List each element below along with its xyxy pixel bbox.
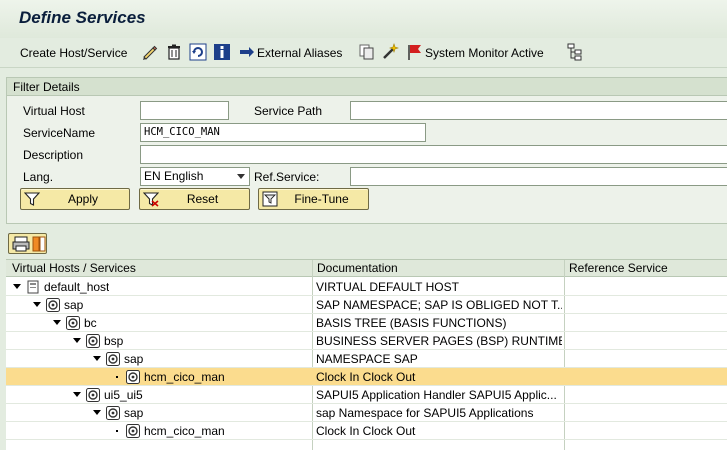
filter-details-header: Filter Details [7,78,727,96]
tree-node-documentation: SAP NAMESPACE; SAP IS OBLIGED NOT T... [316,298,562,312]
ref-service-input[interactable] [350,167,727,186]
language-select-value: EN English [144,169,204,183]
external-aliases-button[interactable]: External Aliases [257,43,342,63]
tree-row[interactable]: bc BASIS TREE (BASIS FUNCTIONS) [6,314,727,332]
tree-row[interactable]: ui5_ui5 SAPUI5 Application Handler SAPUI5… [6,386,727,404]
apply-button-label: Apply [67,192,99,206]
apply-button[interactable]: Apply [20,188,130,210]
description-input[interactable] [140,145,727,164]
ref-service-label: Ref.Service: [254,170,320,184]
service-node-icon [86,388,100,402]
reset-filter-icon [143,192,159,207]
chevron-down-icon[interactable] [237,174,245,179]
expand-triangle-icon[interactable] [93,356,101,361]
tree-row[interactable]: hcm_cico_man Clock In Clock Out [6,422,727,440]
tree-node-documentation: BASIS TREE (BASIS FUNCTIONS) [316,316,507,330]
service-node-icon [66,316,80,330]
expand-triangle-icon[interactable] [73,338,81,343]
reset-button-label: Reset [186,192,219,206]
hierarchy-tree-icon[interactable] [566,43,584,61]
service-name-input[interactable]: HCM_CICO_MAN [140,123,426,142]
red-flag-icon [408,45,421,60]
expand-triangle-icon[interactable] [73,392,81,397]
application-toolbar: Create Host/Service External Aliases Sys… [0,38,727,68]
virtual-host-label: Virtual Host [23,104,85,118]
host-icon [27,280,39,294]
info-icon[interactable] [213,43,231,61]
tree-node-name[interactable]: hcm_cico_man [144,370,225,384]
tree-row[interactable]: bsp BUSINESS SERVER PAGES (BSP) RUNTIME [6,332,727,350]
tree-node-name[interactable]: sap [124,352,143,366]
filter-details-title: Filter Details [13,80,80,94]
expand-triangle-icon[interactable] [93,410,101,415]
tree-node-documentation: VIRTUAL DEFAULT HOST [316,280,459,294]
print-icon [12,236,30,252]
service-path-label: Service Path [254,104,323,118]
tree-node-name[interactable]: sap [124,406,143,420]
fine-tune-icon [262,191,278,207]
delete-trash-icon[interactable] [165,43,183,61]
services-tree-table: Virtual Hosts / Services Documentation R… [6,259,727,450]
virtual-host-input[interactable] [140,101,229,120]
expand-triangle-icon[interactable] [53,320,61,325]
tree-node-documentation: BUSINESS SERVER PAGES (BSP) RUNTIME [316,334,562,348]
column-documentation[interactable]: Documentation [317,261,398,275]
column-reference-service[interactable]: Reference Service [569,261,668,275]
tree-row[interactable]: hcm_cico_man Clock In Clock Out [6,368,727,386]
service-node-icon [106,406,120,420]
service-node-icon [106,352,120,366]
service-leaf-icon [126,370,140,384]
tree-node-documentation: NAMESPACE SAP [316,352,418,366]
language-select[interactable]: EN English [140,167,250,186]
service-leaf-icon [126,424,140,438]
service-node-icon [46,298,60,312]
magic-wand-icon[interactable] [381,43,399,61]
edit-pencil-icon[interactable] [141,43,159,61]
column-virtual-hosts-services[interactable]: Virtual Hosts / Services [12,261,136,275]
fine-tune-button[interactable]: Fine-Tune [258,188,369,210]
tree-node-name[interactable]: hcm_cico_man [144,424,225,438]
tree-node-documentation: SAPUI5 Application Handler SAPUI5 Applic… [316,388,557,402]
copy-icon[interactable] [358,43,376,61]
refresh-icon[interactable] [189,43,207,61]
leaf-bullet-icon [116,376,118,378]
tree-row[interactable]: default_host VIRTUAL DEFAULT HOST [6,278,727,296]
page-title: Define Services [19,8,146,27]
system-monitor-active-button[interactable]: System Monitor Active [425,43,544,63]
description-label: Description [23,148,84,162]
tree-node-documentation: Clock In Clock Out [316,370,416,384]
tree-row[interactable]: sap sap Namespace for SAPUI5 Applications [6,404,727,422]
title-bar: Define Services [0,0,727,38]
fine-tune-button-label: Fine-Tune [294,192,349,206]
tree-node-name[interactable]: ui5_ui5 [104,388,143,402]
expand-triangle-icon[interactable] [13,284,21,289]
expand-triangle-icon[interactable] [33,302,41,307]
filter-funnel-icon [24,192,40,206]
reset-button[interactable]: Reset [139,188,250,210]
language-label: Lang. [23,170,54,184]
tree-node-name[interactable]: bsp [104,334,123,348]
filter-details-panel: Filter Details Virtual Host Service Path… [6,77,727,224]
tree-node-name[interactable]: bc [84,316,97,330]
tree-table-header: Virtual Hosts / Services Documentation R… [6,260,727,277]
tree-node-documentation: Clock In Clock Out [316,424,416,438]
service-name-label: ServiceName [23,126,96,140]
tree-node-name[interactable]: default_host [44,280,109,294]
service-node-icon [86,334,100,348]
tree-row[interactable]: sap NAMESPACE SAP [6,350,727,368]
tree-node-name[interactable]: sap [64,298,83,312]
print-layout-button[interactable] [8,233,47,254]
leaf-bullet-icon [116,430,118,432]
tree-row[interactable]: sap SAP NAMESPACE; SAP IS OBLIGED NOT T..… [6,296,727,314]
layout-dropdown-icon [32,236,46,252]
tree-node-documentation: sap Namespace for SAPUI5 Applications [316,406,534,420]
service-path-input[interactable] [350,101,727,120]
arrow-right-icon [240,47,254,57]
create-host-service-button[interactable]: Create Host/Service [20,43,127,63]
